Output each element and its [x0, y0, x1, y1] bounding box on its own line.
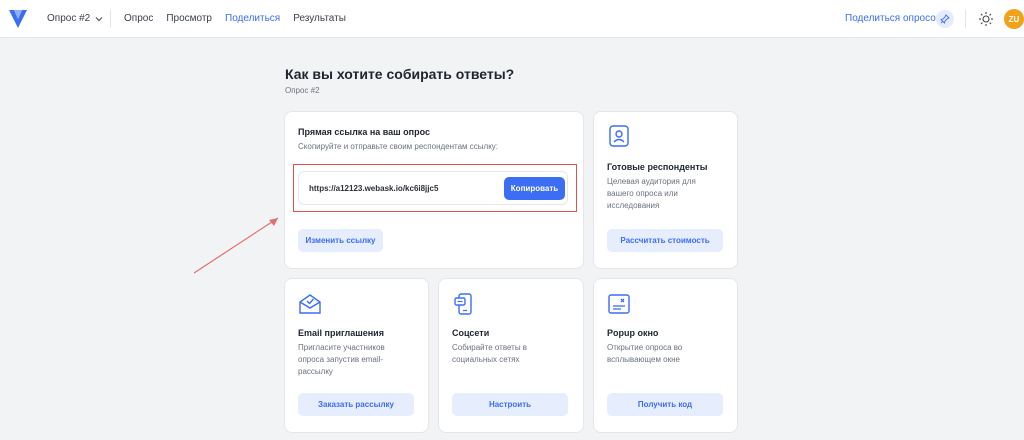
- popup-desc: Открытие опроса во всплывающем окне: [607, 343, 683, 364]
- configure-button[interactable]: Настроить: [452, 393, 568, 416]
- share-survey-link[interactable]: Поделиться опросом: [845, 13, 943, 24]
- survey-name: Опрос #2: [47, 13, 91, 24]
- direct-link-title: Прямая ссылка на ваш опрос: [298, 127, 430, 137]
- page-title: Как вы хотите собирать ответы?: [285, 66, 515, 82]
- divider: [110, 10, 111, 28]
- nav-survey[interactable]: Опрос: [124, 13, 153, 24]
- main-nav: Опрос Просмотр Поделиться Результаты: [124, 13, 346, 24]
- pin-icon: [940, 14, 950, 24]
- avatar[interactable]: ZU: [1004, 9, 1024, 29]
- divider: [965, 10, 966, 28]
- survey-switcher[interactable]: Опрос #2: [47, 13, 103, 24]
- nav-share[interactable]: Поделиться: [225, 13, 280, 24]
- nav-results[interactable]: Результаты: [293, 13, 346, 24]
- direct-link-desc: Скопируйте и отправьте своим респондента…: [298, 142, 498, 151]
- get-code-button[interactable]: Получить код: [607, 393, 723, 416]
- popup-window-icon: [608, 294, 630, 314]
- annotation-arrow: [193, 217, 279, 274]
- pin-button[interactable]: [936, 10, 954, 28]
- social-title: Соцсети: [452, 328, 490, 338]
- respondents-title: Готовые респонденты: [607, 162, 708, 172]
- phone-chat-icon: [454, 293, 472, 315]
- calculate-cost-button[interactable]: Рассчитать стоимость: [607, 229, 723, 252]
- respondents-desc: Целевая аудитория для вашего опроса или …: [607, 177, 696, 210]
- popup-title: Popup окно: [607, 328, 659, 338]
- highlight-frame: [293, 164, 577, 212]
- top-bar: Опрос #2 Опрос Просмотр Поделиться Резул…: [0, 0, 1024, 38]
- email-title: Email приглашения: [298, 328, 384, 338]
- nav-preview[interactable]: Просмотр: [166, 13, 212, 24]
- logo-icon[interactable]: [8, 8, 28, 30]
- email-desc: Пригласите участников опроса запустив em…: [298, 343, 385, 376]
- chevron-down-icon: [95, 16, 103, 21]
- person-badge-icon: [609, 125, 629, 147]
- page-subtitle: Опрос #2: [285, 86, 320, 95]
- order-mailing-button[interactable]: Заказать рассылку: [298, 393, 414, 416]
- social-desc: Собирайте ответы в социальных сетях: [452, 343, 528, 364]
- theme-toggle-sun-icon[interactable]: [978, 11, 994, 27]
- email-envelope-icon: [299, 294, 321, 314]
- edit-link-button[interactable]: Изменить ссылку: [298, 229, 383, 252]
